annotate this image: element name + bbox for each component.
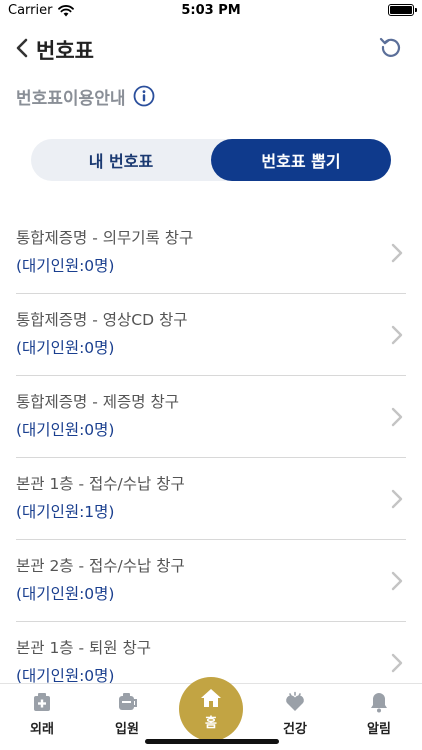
tab-outpatient[interactable]: 외래 bbox=[7, 688, 77, 738]
health-icon bbox=[286, 691, 304, 711]
info-icon[interactable] bbox=[133, 85, 155, 107]
counter-title: 통합제증명 - 의무기록 창구 bbox=[16, 229, 194, 247]
outpatient-icon bbox=[34, 693, 50, 711]
status-bar: Carrier 5:03 PM bbox=[0, 0, 422, 22]
tab-health[interactable]: 건강 bbox=[260, 688, 330, 738]
chevron-right-icon bbox=[391, 407, 403, 427]
home-indicator bbox=[145, 739, 279, 744]
chevron-right-icon bbox=[391, 243, 403, 263]
refresh-icon[interactable] bbox=[378, 34, 404, 60]
tab-label: 홈 bbox=[205, 716, 217, 731]
back-chevron-icon[interactable] bbox=[10, 36, 34, 60]
list-item[interactable]: 본관 1층 - 접수/수납 창구 (대기인원:1명) bbox=[16, 458, 406, 540]
waiting-count: (대기인원:0명) bbox=[16, 421, 115, 439]
counter-title: 본관 1층 - 퇴원 창구 bbox=[16, 639, 151, 657]
bell-icon bbox=[371, 693, 387, 713]
counter-list: 통합제증명 - 의무기록 창구 (대기인원:0명) 통합제증명 - 영상CD 창… bbox=[16, 212, 406, 704]
tab-my-ticket[interactable]: 내 번호표 bbox=[31, 139, 211, 181]
tab-label: 외래 bbox=[30, 722, 54, 737]
list-item[interactable]: 통합제증명 - 제증명 창구 (대기인원:0명) bbox=[16, 376, 406, 458]
waiting-count: (대기인원:1명) bbox=[16, 503, 115, 521]
counter-title: 통합제증명 - 제증명 창구 bbox=[16, 393, 179, 411]
list-item[interactable]: 통합제증명 - 의무기록 창구 (대기인원:0명) bbox=[16, 212, 406, 294]
tab-home[interactable]: 홈 bbox=[179, 677, 243, 741]
waiting-count: (대기인원:0명) bbox=[16, 339, 115, 357]
chevron-right-icon bbox=[391, 325, 403, 345]
tab-notifications[interactable]: 알림 bbox=[344, 688, 414, 738]
usage-guide-label: 번호표이용안내 bbox=[16, 88, 126, 109]
ticket-segment-control: 내 번호표 번호표 뽑기 bbox=[31, 139, 391, 181]
tab-label: 건강 bbox=[283, 722, 307, 737]
tab-draw-ticket[interactable]: 번호표 뽑기 bbox=[211, 139, 391, 181]
page-title: 번호표 bbox=[36, 39, 94, 63]
tab-label: 알림 bbox=[367, 722, 391, 737]
battery-icon bbox=[388, 4, 417, 16]
nav-bar: 번호표 bbox=[0, 26, 422, 70]
counter-title: 본관 1층 - 접수/수납 창구 bbox=[16, 475, 185, 493]
list-item[interactable]: 통합제증명 - 영상CD 창구 (대기인원:0명) bbox=[16, 294, 406, 376]
status-time: 5:03 PM bbox=[181, 3, 241, 18]
counter-title: 본관 2층 - 접수/수납 창구 bbox=[16, 557, 185, 575]
waiting-count: (대기인원:0명) bbox=[16, 257, 115, 275]
home-icon bbox=[201, 689, 221, 707]
chevron-right-icon bbox=[391, 653, 403, 673]
list-item[interactable]: 본관 2층 - 접수/수납 창구 (대기인원:0명) bbox=[16, 540, 406, 622]
tab-label: 입원 bbox=[115, 722, 139, 737]
tab-inpatient[interactable]: 입원 bbox=[92, 688, 162, 738]
counter-title: 통합제증명 - 영상CD 창구 bbox=[16, 311, 188, 329]
waiting-count: (대기인원:0명) bbox=[16, 585, 115, 603]
chevron-right-icon bbox=[391, 489, 403, 509]
inpatient-icon bbox=[119, 693, 137, 710]
usage-guide[interactable]: 번호표이용안내 bbox=[16, 82, 155, 110]
chevron-right-icon bbox=[391, 571, 403, 591]
